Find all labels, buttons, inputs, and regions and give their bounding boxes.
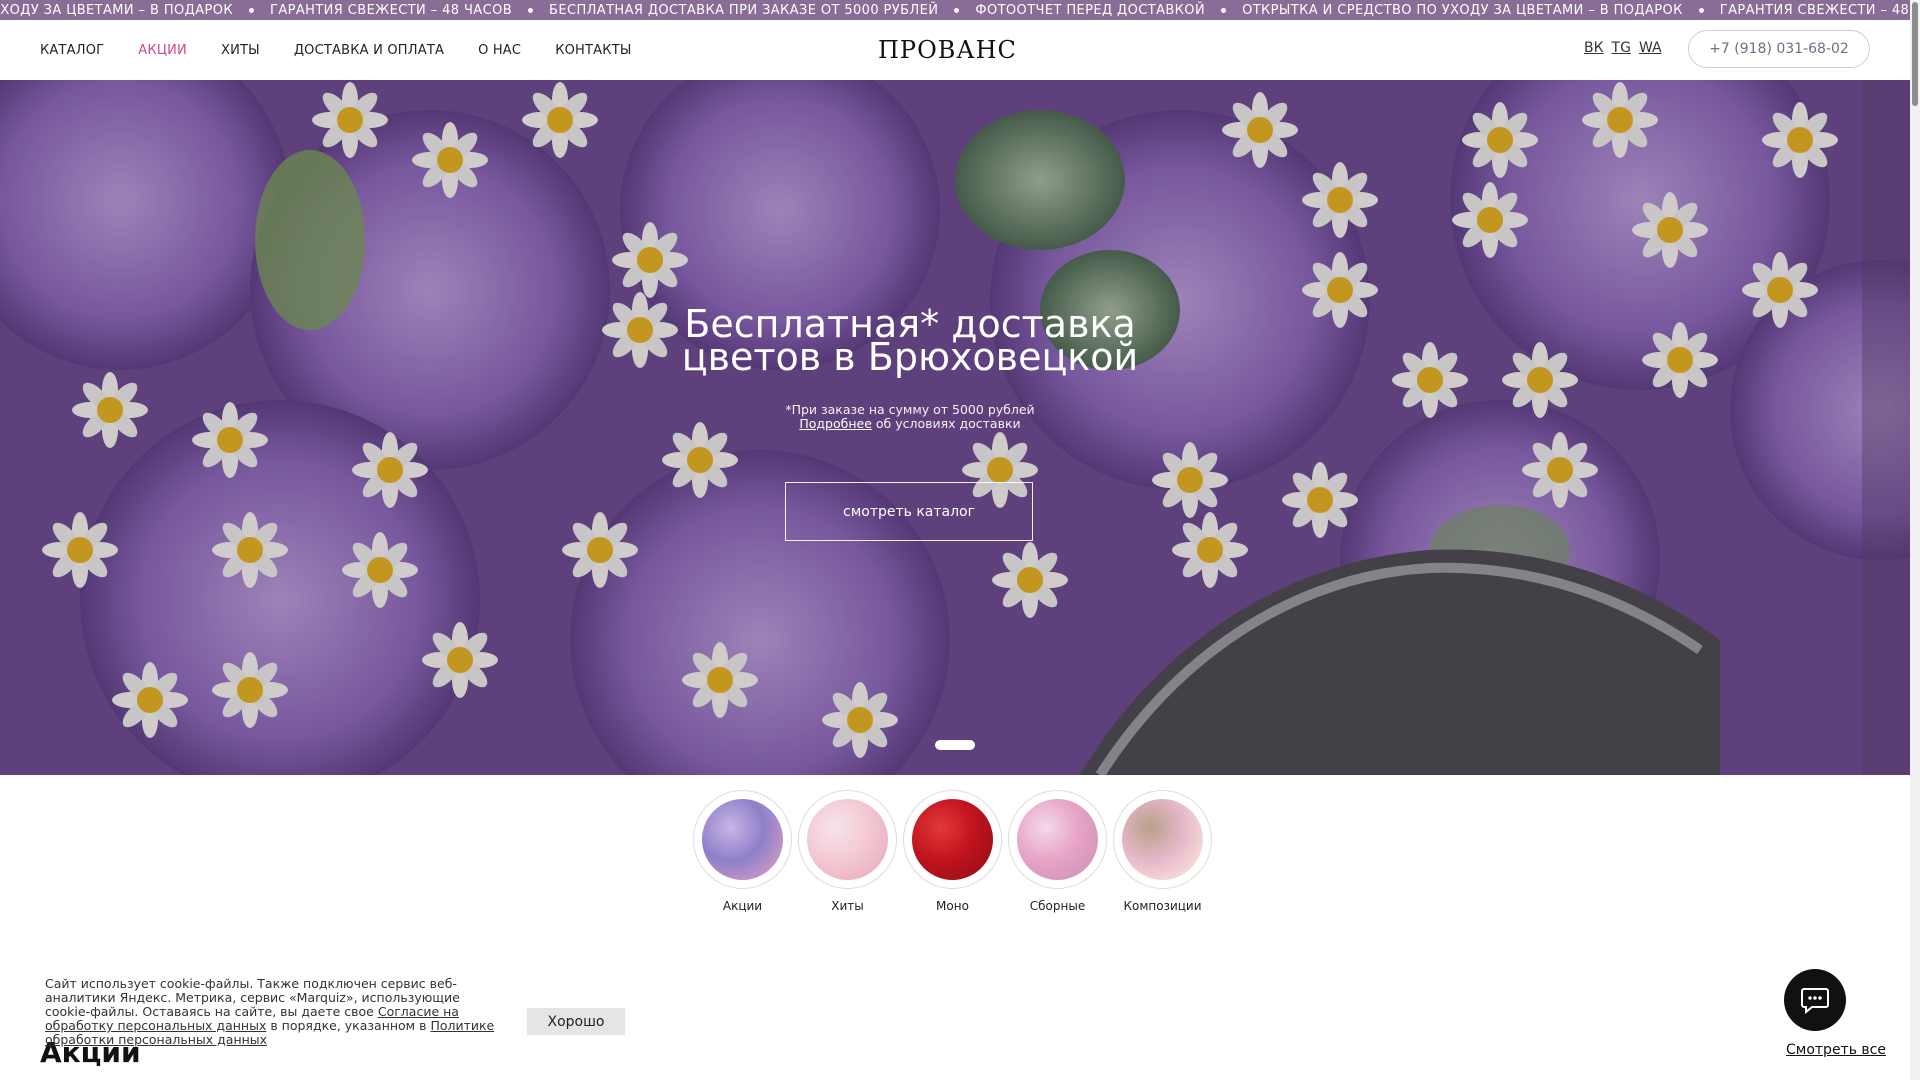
category-image-ring[interactable] bbox=[693, 790, 792, 889]
nav-item-4[interactable]: ДОСТАВКА И ОПЛАТА bbox=[294, 43, 444, 58]
hero-title-line-2: цветов в Брюховецкой bbox=[681, 335, 1139, 379]
category-image-ring[interactable] bbox=[1113, 790, 1212, 889]
slider-dot-active[interactable] bbox=[935, 740, 975, 750]
category-item[interactable]: Хиты bbox=[798, 790, 897, 913]
ticker-item: ФОТООТЧЕТ ПЕРЕД ДОСТАВКОЙ bbox=[975, 2, 1206, 18]
main-nav: КАТАЛОГ АКЦИИ ХИТЫ ДОСТАВКА И ОПЛАТА О НАС КО… bbox=[40, 20, 666, 80]
site-logo[interactable]: ПРОВАНС bbox=[878, 36, 1017, 64]
nav-item-5[interactable]: О НАС bbox=[478, 43, 521, 58]
category-item[interactable]: Композиции bbox=[1113, 790, 1212, 913]
phone-button[interactable]: +7 (918) 031-68-02 bbox=[1688, 30, 1870, 68]
ticker-item: ОТКРЫТКА И СРЕДСТВО ПО УХОДУ ЗА ЦВЕТАМИ … bbox=[1242, 2, 1683, 18]
category-image-ring[interactable] bbox=[798, 790, 897, 889]
site-header: КАТАЛОГ АКЦИИ ХИТЫ ДОСТАВКА И ОПЛАТА О НАС КО… bbox=[0, 20, 1910, 80]
category-bouquet-image bbox=[702, 799, 783, 880]
ticker-item: ГАРАНТИЯ СВЕЖЕСТИ – 48 ЧАСОВ bbox=[270, 2, 513, 18]
ticker-item: УХОДУ ЗА ЦВЕТАМИ – В ПОДАРОК bbox=[0, 2, 234, 18]
category-label: Хиты bbox=[831, 899, 864, 913]
social-link-wa[interactable]: WA bbox=[1639, 40, 1662, 56]
cookie-accept-button[interactable]: Хорошо bbox=[527, 1008, 625, 1035]
category-label: Сборные bbox=[1029, 899, 1086, 913]
category-bouquet-image bbox=[1122, 799, 1203, 880]
ticker-separator-dot bbox=[528, 7, 534, 13]
social-links: ВК TG WA bbox=[1584, 40, 1662, 56]
ticker-item: БЕСПЛАТНАЯ ДОСТАВКА ПРИ ЗАКАЗЕ ОТ 5000 Р… bbox=[549, 2, 939, 18]
category-item[interactable]: Моно bbox=[903, 790, 1002, 913]
hero-title: Бесплатная* доставка цветов в Брюховецко… bbox=[650, 305, 1170, 379]
ticker-separator-dot bbox=[954, 7, 960, 13]
ticker-track: УХОДУ ЗА ЦВЕТАМИ – В ПОДАРОК ГАРАНТИЯ СВЕ… bbox=[0, 0, 1910, 20]
hero-banner: Бесплатная* доставка цветов в Брюховецко… bbox=[0, 80, 1910, 775]
chat-button[interactable] bbox=[1784, 969, 1846, 1031]
category-item[interactable]: Сборные bbox=[1008, 790, 1107, 913]
ticker-item: ГАРАНТИЯ СВЕЖЕСТИ – 48 ЧАСОВ bbox=[1719, 2, 1910, 18]
nav-item-2[interactable]: АКЦИИ bbox=[138, 43, 187, 58]
see-all-link[interactable]: Смотреть все bbox=[1786, 1042, 1886, 1058]
category-bouquet-image bbox=[1017, 799, 1098, 880]
category-label: Композиции bbox=[1123, 899, 1202, 913]
hero-note-line-1: *При заказе на сумму от 5000 рублей bbox=[785, 402, 1035, 417]
social-link-вк[interactable]: ВК bbox=[1584, 40, 1604, 56]
category-label: Моно bbox=[936, 899, 969, 913]
category-image-ring[interactable] bbox=[1008, 790, 1107, 889]
delivery-details-link[interactable]: Подробнее bbox=[799, 416, 872, 431]
cookie-banner: Сайт использует cookie-файлы. Также подк… bbox=[30, 968, 625, 1047]
hero-note: *При заказе на сумму от 5000 рублей Подр… bbox=[650, 403, 1170, 431]
page-scrollbar[interactable] bbox=[1910, 0, 1920, 1080]
nav-item-3[interactable]: ХИТЫ bbox=[221, 43, 260, 58]
ticker-separator-dot bbox=[1698, 7, 1704, 13]
cookie-text-part-2: в порядке, указанном в bbox=[266, 1018, 431, 1033]
category-label: Акции bbox=[722, 899, 763, 913]
hero-note-line-2-rest: об условиях доставки bbox=[871, 416, 1021, 431]
nav-item-6[interactable]: КОНТАКТЫ bbox=[555, 43, 631, 58]
view-catalog-button[interactable]: смотреть каталог bbox=[785, 482, 1033, 541]
ticker-separator-dot bbox=[249, 7, 255, 13]
promo-ticker: УХОДУ ЗА ЦВЕТАМИ – В ПОДАРОК ГАРАНТИЯ СВЕ… bbox=[0, 0, 1910, 20]
category-bouquet-image bbox=[912, 799, 993, 880]
category-list: Акции Хиты Моно Сборные Композиции bbox=[693, 790, 1212, 913]
social-link-tg[interactable]: TG bbox=[1612, 40, 1631, 56]
category-image-ring[interactable] bbox=[903, 790, 1002, 889]
hero-note-line-2: Подробнее об условиях доставки bbox=[650, 417, 1170, 431]
nav-item-1[interactable]: КАТАЛОГ bbox=[40, 43, 104, 58]
ticker-separator-dot bbox=[1221, 7, 1227, 13]
scrollbar-thumb[interactable] bbox=[1912, 2, 1918, 106]
category-bouquet-image bbox=[807, 799, 888, 880]
category-item[interactable]: Акции bbox=[693, 790, 792, 913]
chat-bubble-icon bbox=[1801, 988, 1829, 1014]
cookie-text: Сайт использует cookie-файлы. Также подк… bbox=[45, 977, 495, 1047]
